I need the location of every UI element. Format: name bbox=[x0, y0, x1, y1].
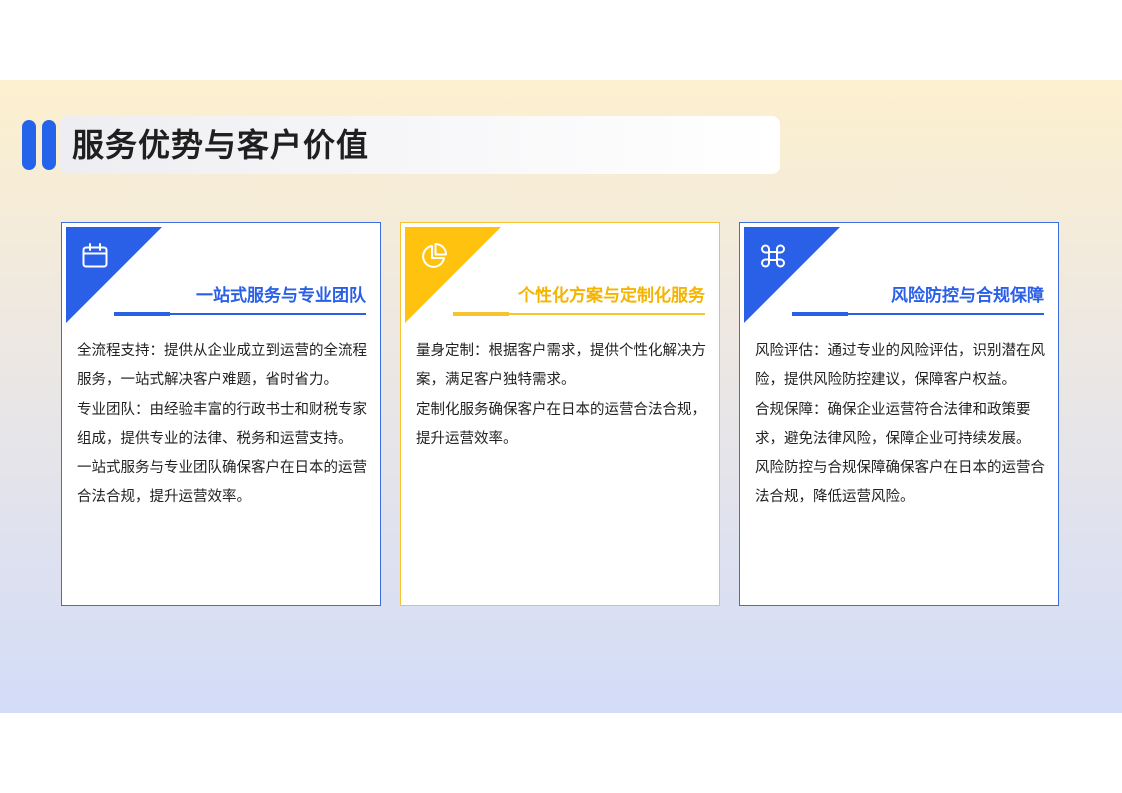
slide: 服务优势与客户价值 一站式服务与专业团队 全流程支持：提供从企业成立到运营的全流… bbox=[0, 80, 1122, 713]
card-title: 个性化方案与定制化服务 bbox=[518, 286, 705, 306]
card-paragraph: 风险防控与合规保障确保客户在日本的运营合法合规，降低运营风险。 bbox=[755, 460, 1045, 506]
title-accent-bar bbox=[42, 120, 56, 170]
pie-chart-icon bbox=[422, 243, 447, 268]
card-paragraph: 定制化服务确保客户在日本的运营合法合规，提升运营效率。 bbox=[416, 401, 706, 447]
calendar-icon bbox=[82, 243, 108, 268]
command-icon bbox=[761, 244, 785, 268]
title-underline-accent bbox=[792, 312, 848, 316]
title-underline-accent bbox=[453, 312, 509, 316]
card-body: 量身定制：根据客户需求，提供个性化解决方案，满足客户独特需求。 定制化服务确保客… bbox=[416, 337, 708, 454]
card-risk-compliance: 风险防控与合规保障 风险评估：通过专业的风险评估，识别潜在风险，提供风险防控建议… bbox=[739, 222, 1059, 606]
card-custom-solution: 个性化方案与定制化服务 量身定制：根据客户需求，提供个性化解决方案，满足客户独特… bbox=[400, 222, 720, 606]
title-accent-bar bbox=[22, 120, 36, 170]
card-paragraph: 专业团队：由经验丰富的行政书士和财税专家组成，提供专业的法律、税务和运营支持。 bbox=[77, 401, 367, 447]
card-paragraph: 风险评估：通过专业的风险评估，识别潜在风险，提供风险防控建议，保障客户权益。 bbox=[755, 343, 1045, 389]
card-title: 风险防控与合规保障 bbox=[891, 286, 1044, 306]
card-title: 一站式服务与专业团队 bbox=[196, 286, 366, 306]
card-body: 全流程支持：提供从企业成立到运营的全流程服务，一站式解决客户难题，省时省力。 专… bbox=[77, 337, 369, 513]
card-body: 风险评估：通过专业的风险评估，识别潜在风险，提供风险防控建议，保障客户权益。 合… bbox=[755, 337, 1047, 513]
card-paragraph: 全流程支持：提供从企业成立到运营的全流程服务，一站式解决客户难题，省时省力。 bbox=[77, 343, 367, 389]
card-one-stop-service: 一站式服务与专业团队 全流程支持：提供从企业成立到运营的全流程服务，一站式解决客… bbox=[61, 222, 381, 606]
title-underline-accent bbox=[114, 312, 170, 316]
card-paragraph: 量身定制：根据客户需求，提供个性化解决方案，满足客户独特需求。 bbox=[416, 343, 706, 389]
page-title: 服务优势与客户价值 bbox=[72, 126, 370, 164]
card-paragraph: 一站式服务与专业团队确保客户在日本的运营合法合规，提升运营效率。 bbox=[77, 460, 367, 506]
card-paragraph: 合规保障：确保企业运营符合法律和政策要求，避免法律风险，保障企业可持续发展。 bbox=[755, 401, 1031, 447]
